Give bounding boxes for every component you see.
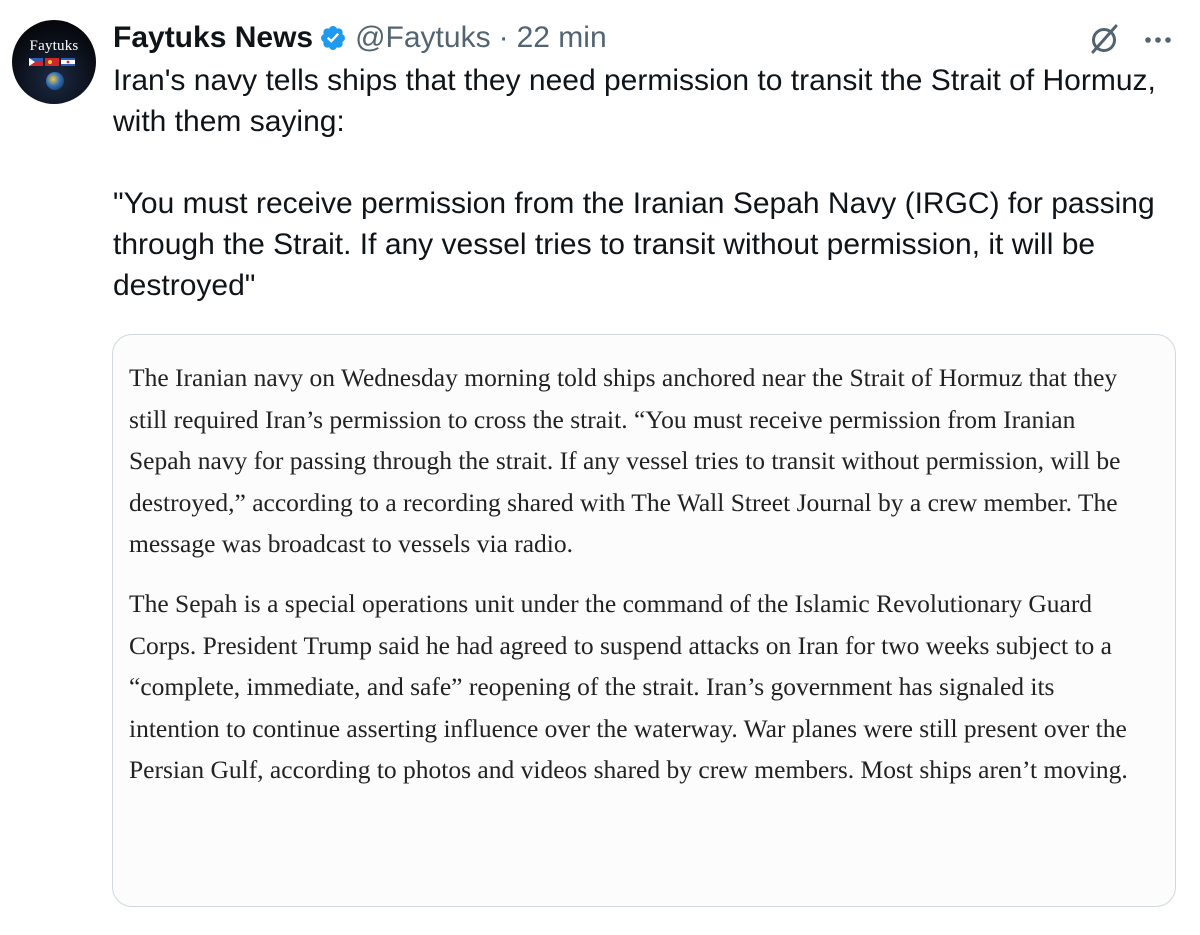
tweet-header: Faytuks News @Faytuks · 22 min [113, 18, 607, 58]
author-display-name[interactable]: Faytuks News [113, 21, 313, 55]
timestamp[interactable]: 22 min [517, 21, 607, 55]
avatar-flags [29, 58, 75, 66]
flag-icon [45, 58, 59, 66]
article-paragraph: The Iranian navy on Wednesday morning to… [129, 363, 1121, 559]
globe-icon [46, 72, 64, 90]
tweet-text: Iran's navy tells ships that they need p… [113, 60, 1183, 306]
tweet[interactable]: Faytuks Faytuks News @Faytuks · 22 min I… [0, 0, 1200, 935]
more-options-icon[interactable] [1140, 22, 1176, 58]
author-handle[interactable]: @Faytuks [355, 21, 490, 55]
tweet-text-quote: "You must receive permission from the Ir… [113, 187, 1155, 302]
tweet-text-line: Iran's navy tells ships that they need p… [113, 64, 1156, 138]
grok-icon[interactable] [1085, 20, 1123, 58]
article-screenshot-text: The Iranian navy on Wednesday morning to… [129, 357, 1129, 791]
author-avatar[interactable]: Faytuks [12, 20, 96, 104]
flag-icon [61, 58, 75, 66]
flag-icon [29, 58, 43, 66]
avatar-logo-text: Faytuks [29, 38, 79, 54]
attached-image-card[interactable]: The Iranian navy on Wednesday morning to… [112, 334, 1176, 907]
separator-dot: · [498, 21, 509, 54]
article-paragraph: The Sepah is a special operations unit u… [129, 588, 1128, 785]
verified-badge-icon[interactable] [319, 24, 347, 52]
